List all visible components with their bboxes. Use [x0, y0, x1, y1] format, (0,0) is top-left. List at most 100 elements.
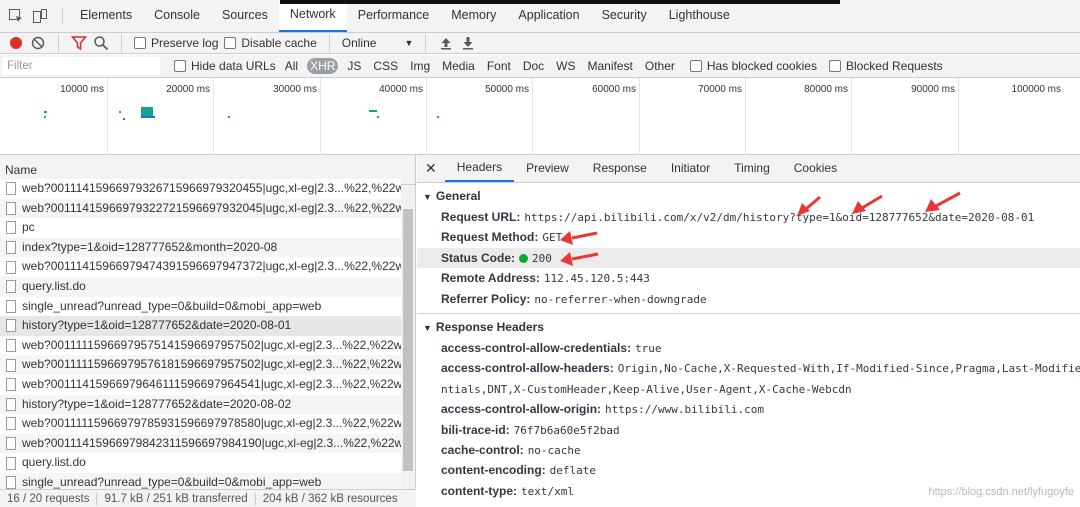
checkbox-box[interactable] [134, 37, 146, 49]
request-name: query.list.do [22, 455, 86, 470]
request-row[interactable]: web?00111415966979646111596697964541|ugc… [0, 374, 401, 395]
tab-cookies[interactable]: Cookies [782, 155, 849, 182]
close-icon[interactable]: ✕ [417, 155, 445, 182]
tab-initiator[interactable]: Initiator [659, 155, 722, 182]
network-status-bar: 16 / 20 requests 91.7 kB / 251 kB transf… [0, 489, 416, 507]
document-icon [6, 476, 16, 489]
network-overview[interactable]: 10000 ms 20000 ms 30000 ms 40000 ms 5000… [0, 78, 1080, 155]
header-key: Request Method: [441, 230, 539, 245]
filter-type-manifest[interactable]: Manifest [585, 58, 636, 74]
tab-timing[interactable]: Timing [722, 155, 782, 182]
hide-data-urls-checkbox[interactable]: Hide data URLs [174, 59, 276, 73]
request-row[interactable]: web?00111415966979474391596697947372|ugc… [0, 257, 401, 277]
device-toolbar-icon[interactable] [32, 8, 48, 24]
watermark-text: https://blog.csdn.net/lyfugoyfe [928, 486, 1074, 498]
request-row[interactable]: history?type=1&oid=128777652&date=2020-0… [0, 394, 401, 415]
referrer-policy-row: Referrer Policy: no-referrer-when-downgra… [417, 289, 1080, 309]
chevron-down-icon: ▼ [404, 38, 414, 48]
request-row[interactable]: index?type=1&oid=128777652&month=2020-08 [0, 237, 401, 258]
filter-input[interactable]: Filter [2, 57, 160, 75]
throttling-select[interactable]: Online ▼ [342, 36, 414, 50]
tab-lighthouse[interactable]: Lighthouse [658, 0, 741, 32]
tab-performance[interactable]: Performance [347, 0, 441, 32]
request-row[interactable]: query.list.do [0, 276, 401, 297]
export-har-icon[interactable] [460, 35, 476, 51]
header-key: Referrer Policy: [441, 291, 531, 306]
timeline-bar [44, 116, 46, 118]
request-row[interactable]: web?00111115966979785931596697978580|ugc… [0, 414, 401, 434]
response-header-row: cache-control: no-cache [417, 440, 1080, 460]
request-name: web?00111415966979842311596697984190|ugc… [22, 435, 401, 450]
checkbox-box[interactable] [828, 60, 841, 72]
import-har-icon[interactable] [438, 35, 454, 51]
checkbox-box[interactable] [174, 60, 186, 72]
tab-security[interactable]: Security [591, 0, 658, 32]
document-icon [6, 221, 16, 235]
filter-type-xhr[interactable]: XHR [307, 58, 339, 74]
timeline-bar [141, 107, 153, 116]
tab-elements[interactable]: Elements [69, 0, 143, 32]
filter-type-ws[interactable]: WS [553, 58, 578, 74]
preserve-log-checkbox[interactable]: Preserve log [134, 36, 218, 50]
request-row-selected[interactable]: history?type=1&oid=128777652&date=2020-0… [0, 316, 401, 336]
checkbox-box[interactable] [224, 37, 237, 49]
document-icon [6, 397, 16, 411]
clear-icon[interactable] [30, 35, 46, 51]
tab-memory[interactable]: Memory [440, 0, 507, 32]
filter-type-media[interactable]: Media [439, 58, 478, 74]
tab-headers[interactable]: Headers [444, 155, 515, 182]
filter-type-other[interactable]: Other [642, 58, 678, 74]
header-value: Origin,No-Cache,X-Requested-With,If-Modi… [617, 362, 1080, 376]
request-row[interactable]: web?00111415966979326715966979320455|ugc… [0, 179, 401, 199]
document-icon [6, 339, 16, 353]
request-row[interactable]: pc [0, 218, 401, 238]
tab-sources[interactable]: Sources [211, 0, 279, 32]
record-icon[interactable] [8, 35, 24, 51]
scrollbar-thumb[interactable] [403, 209, 413, 471]
toolbar-divider [328, 34, 330, 52]
inspect-element-icon[interactable] [8, 8, 24, 24]
timeline-gridline [320, 78, 321, 155]
document-icon [6, 358, 16, 372]
request-row[interactable]: single_unread?unread_type=0&build=0&mobi… [0, 472, 401, 489]
request-list-scrollbar[interactable] [401, 185, 415, 489]
tab-network[interactable]: Network [278, 0, 347, 32]
request-row[interactable]: web?00111115966979576181596697957502|ugc… [0, 355, 401, 375]
timeline-label: 70000 ms [698, 84, 742, 95]
timeline-label: 100000 ms [1011, 84, 1061, 95]
triangle-down-icon: ▼ [423, 322, 432, 333]
request-row[interactable]: web?00111415966979322721596697932045|ugc… [0, 198, 401, 219]
has-blocked-cookies-checkbox[interactable]: Has blocked cookies [689, 59, 817, 73]
header-key: access-control-allow-credentials: [441, 340, 632, 355]
filter-type-font[interactable]: Font [484, 58, 514, 74]
header-value: text/xml [521, 484, 574, 498]
filter-icon[interactable] [70, 35, 88, 51]
request-row[interactable]: query.list.do [0, 453, 401, 473]
request-row[interactable]: single_unread?unread_type=0&build=0&mobi… [0, 296, 401, 317]
tab-console[interactable]: Console [143, 0, 211, 32]
header-key: access-control-allow-origin: [441, 402, 602, 417]
general-section-header[interactable]: ▼ General [417, 185, 1080, 207]
request-row[interactable]: web?00111115966979575141596697957502|ugc… [0, 335, 401, 356]
filter-type-img[interactable]: Img [407, 58, 433, 74]
request-name: web?00111115966979575141596697957502|ugc… [22, 337, 401, 352]
filter-type-all[interactable]: All [282, 58, 301, 74]
blocked-requests-checkbox[interactable]: Blocked Requests [828, 59, 943, 73]
response-headers-section-header[interactable]: ▼ Response Headers [417, 316, 1080, 338]
disable-cache-checkbox[interactable]: Disable cache [224, 36, 317, 50]
response-header-row: content-encoding: deflate [417, 460, 1080, 480]
checkbox-box[interactable] [689, 60, 702, 72]
request-name: web?00111115966979576181596697957502|ugc… [22, 357, 401, 372]
filter-type-js[interactable]: JS [344, 58, 364, 74]
request-name: web?00111415966979474391596697947372|ugc… [22, 259, 401, 274]
tab-preview[interactable]: Preview [514, 155, 581, 182]
request-row[interactable]: web?00111415966979842311596697984190|ugc… [0, 433, 401, 454]
tab-application[interactable]: Application [507, 0, 590, 32]
filter-type-css[interactable]: CSS [370, 58, 401, 74]
toolbar-divider [58, 34, 59, 52]
request-name: single_unread?unread_type=0&build=0&mobi… [22, 298, 322, 313]
search-icon[interactable] [93, 35, 109, 51]
header-value: https://www.bilibili.com [605, 403, 764, 417]
tab-response[interactable]: Response [581, 155, 659, 182]
filter-type-doc[interactable]: Doc [520, 58, 547, 74]
